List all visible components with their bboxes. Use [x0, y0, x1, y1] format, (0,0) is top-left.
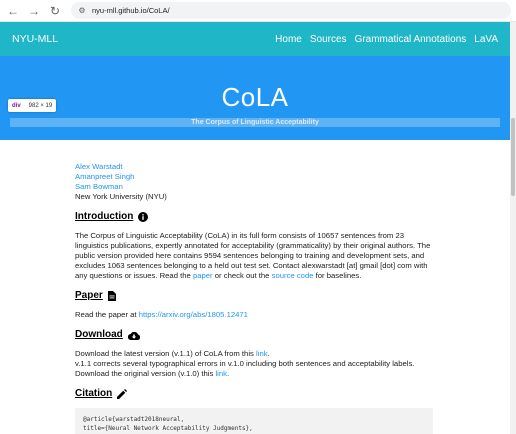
pencil-icon [117, 389, 128, 399]
url-text: nyu-mll.github.io/CoLA/ [92, 6, 170, 15]
nav-link-lava[interactable]: LaVA [474, 34, 498, 45]
paper-heading-text: Paper [75, 290, 103, 301]
author-link[interactable]: Sam Bowman [75, 182, 435, 192]
nav-links: Home Sources Grammatical Annotations LaV… [275, 34, 498, 45]
nav-link-sources[interactable]: Sources [310, 34, 347, 45]
page-subtitle: The Corpus of Linguistic Acceptability [10, 118, 500, 127]
back-arrow-icon[interactable]: ← [5, 3, 21, 19]
download-line-2: v.1.1 corrects several typographical err… [75, 359, 415, 368]
citation-heading: Citation [75, 389, 435, 399]
browser-toolbar: ← → ↻ ⚙ nyu-mll.github.io/CoLA/ [0, 0, 516, 22]
paper-paragraph: Read the paper at https://arxiv.org/abs/… [75, 310, 435, 320]
download-latest-link[interactable]: link [256, 349, 268, 358]
devtools-inspect-tooltip: div 982 × 19 [8, 99, 57, 112]
author-link[interactable]: Alex Warstadt [75, 162, 435, 172]
download-original-link[interactable]: link [215, 369, 227, 378]
source-code-link[interactable]: source code [272, 271, 314, 280]
forward-arrow-icon[interactable]: → [26, 3, 42, 19]
paper-heading: Paper [75, 291, 435, 301]
hero-banner: CoLA The Corpus of Linguistic Acceptabil… [0, 56, 510, 140]
scrollbar-thumb[interactable] [511, 118, 515, 196]
nav-link-grammatical-annotations[interactable]: Grammatical Annotations [355, 34, 467, 45]
introduction-heading-text: Introduction [75, 211, 134, 222]
page-title: CoLA [221, 82, 289, 112]
affiliation: New York University (NYU) [75, 192, 167, 201]
brand-link[interactable]: NYU-MLL [12, 33, 58, 45]
citation-code-block: @article{warstadt2018neural, title={Neur… [75, 408, 433, 434]
download-text: . [226, 369, 230, 378]
tooltip-tag: div [12, 102, 21, 109]
citation-heading-text: Citation [75, 388, 113, 399]
author-link[interactable]: Amanpreet Singh [75, 172, 435, 182]
nav-link-home[interactable]: Home [275, 34, 302, 45]
reload-icon[interactable]: ↻ [47, 3, 63, 19]
introduction-heading: Introduction [75, 212, 435, 222]
paper-text: Read the paper at [75, 310, 139, 319]
download-text: Download the latest version (v.1.1) of C… [75, 349, 257, 358]
site-navbar: NYU-MLL Home Sources Grammatical Annotat… [0, 22, 510, 56]
download-line-1: Download the latest version (v.1.1) of C… [75, 349, 435, 359]
main-content: Alex Warstadt Amanpreet Singh Sam Bowman… [75, 162, 435, 434]
address-bar[interactable]: ⚙ nyu-mll.github.io/CoLA/ [71, 2, 511, 19]
site-info-icon[interactable]: ⚙ [77, 6, 87, 16]
intro-text: or check out the [212, 271, 272, 280]
code-line: title={Neural Network Acceptability Judg… [83, 425, 253, 432]
download-line-3: Download the original version (v.1.0) th… [75, 369, 435, 379]
tooltip-dimensions: 982 × 19 [28, 102, 53, 109]
download-text: . [267, 349, 270, 358]
document-icon [107, 291, 116, 301]
download-heading: Download [75, 330, 435, 340]
page-scrollbar[interactable] [510, 22, 516, 434]
introduction-paragraph: The Corpus of Linguistic Acceptability (… [75, 231, 435, 281]
arxiv-link[interactable]: https://arxiv.org/abs/1805.12471 [139, 310, 248, 319]
download-text: Download the original version (v.1.0) th… [75, 369, 216, 378]
paper-link[interactable]: paper [193, 271, 213, 280]
download-heading-text: Download [75, 329, 123, 340]
code-line: @article{warstadt2018neural, [83, 416, 185, 423]
info-icon [138, 212, 149, 222]
cloud-download-icon [127, 331, 140, 340]
intro-text: for baselines. [313, 271, 362, 280]
